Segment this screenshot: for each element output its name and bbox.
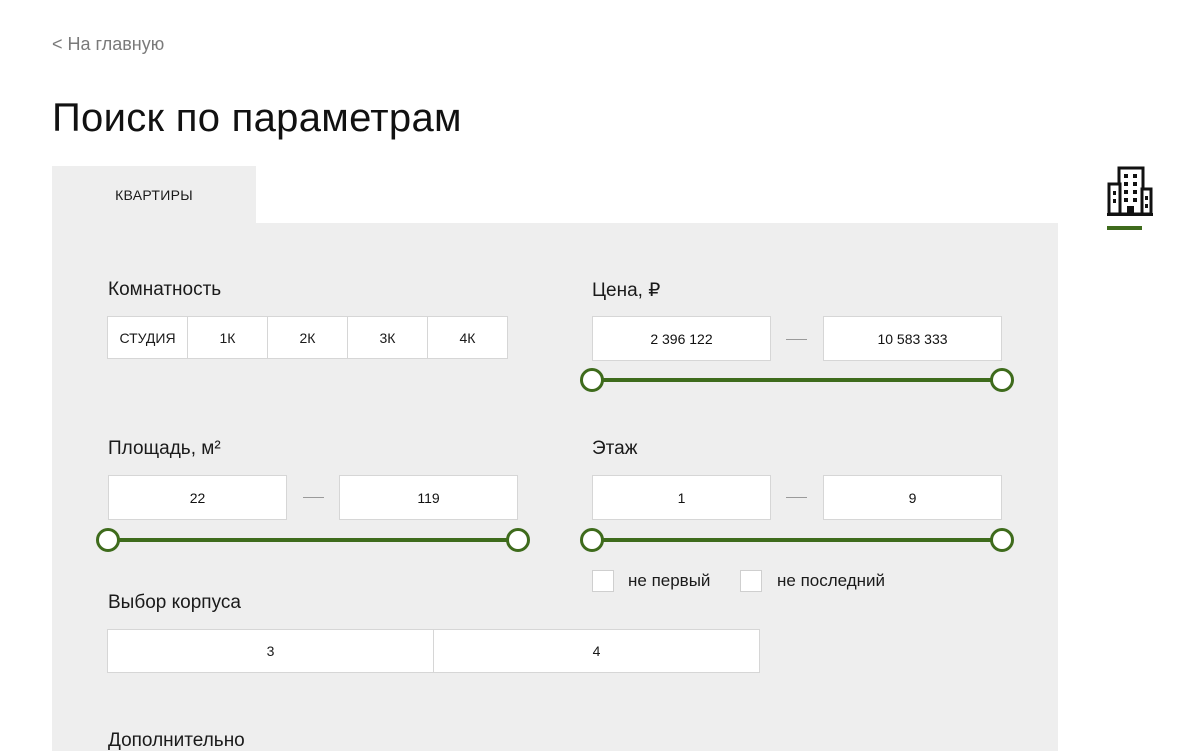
floor-slider-max-handle[interactable]: [990, 528, 1014, 552]
price-min-input[interactable]: [592, 316, 771, 361]
price-range-dash: [786, 339, 807, 340]
area-slider-min-handle[interactable]: [96, 528, 120, 552]
not-first-floor-checkbox[interactable]: [592, 570, 614, 592]
area-range-dash: [303, 497, 324, 498]
active-indicator: [1107, 226, 1142, 230]
floor-max-input[interactable]: [823, 475, 1002, 520]
room-option-2k[interactable]: 2К: [267, 316, 348, 359]
building-selector: 3 4: [107, 629, 760, 673]
price-slider-track[interactable]: [592, 378, 1002, 382]
room-option-studio[interactable]: СТУДИЯ: [107, 316, 188, 359]
building-option-3[interactable]: 3: [107, 629, 434, 673]
not-first-floor-label: не первый: [628, 571, 711, 590]
price-slider-min-handle[interactable]: [580, 368, 604, 392]
building-label: Выбор корпуса: [108, 592, 241, 613]
additional-label: Дополнительно: [108, 730, 245, 751]
back-to-home-link[interactable]: < На главную: [52, 34, 164, 55]
floor-label: Этаж: [592, 438, 638, 459]
tab-apartments-label: КВАРТИРЫ: [115, 186, 193, 203]
rooms-selector: СТУДИЯ 1К 2К 3К 4К: [107, 316, 508, 359]
building-icon[interactable]: [1107, 165, 1153, 217]
building-option-4[interactable]: 4: [433, 629, 760, 673]
floor-slider-track[interactable]: [592, 538, 1002, 542]
page-title: Поиск по параметрам: [52, 96, 462, 140]
room-option-3k[interactable]: 3К: [347, 316, 428, 359]
area-min-input[interactable]: [108, 475, 287, 520]
price-label: Цена, ₽: [592, 280, 661, 301]
room-option-4k[interactable]: 4К: [427, 316, 508, 359]
area-label: Площадь, м²: [108, 438, 221, 459]
floor-min-input[interactable]: [592, 475, 771, 520]
floor-slider-min-handle[interactable]: [580, 528, 604, 552]
area-slider-max-handle[interactable]: [506, 528, 530, 552]
area-max-input[interactable]: [339, 475, 518, 520]
not-last-floor-label: не последний: [777, 571, 886, 590]
price-slider-max-handle[interactable]: [990, 368, 1014, 392]
tab-apartments[interactable]: КВАРТИРЫ: [52, 166, 256, 223]
area-slider-track[interactable]: [108, 538, 518, 542]
not-last-floor-checkbox[interactable]: [740, 570, 762, 592]
rooms-label: Комнатность: [108, 279, 222, 300]
floor-range-dash: [786, 497, 807, 498]
room-option-1k[interactable]: 1К: [187, 316, 268, 359]
price-max-input[interactable]: [823, 316, 1002, 361]
